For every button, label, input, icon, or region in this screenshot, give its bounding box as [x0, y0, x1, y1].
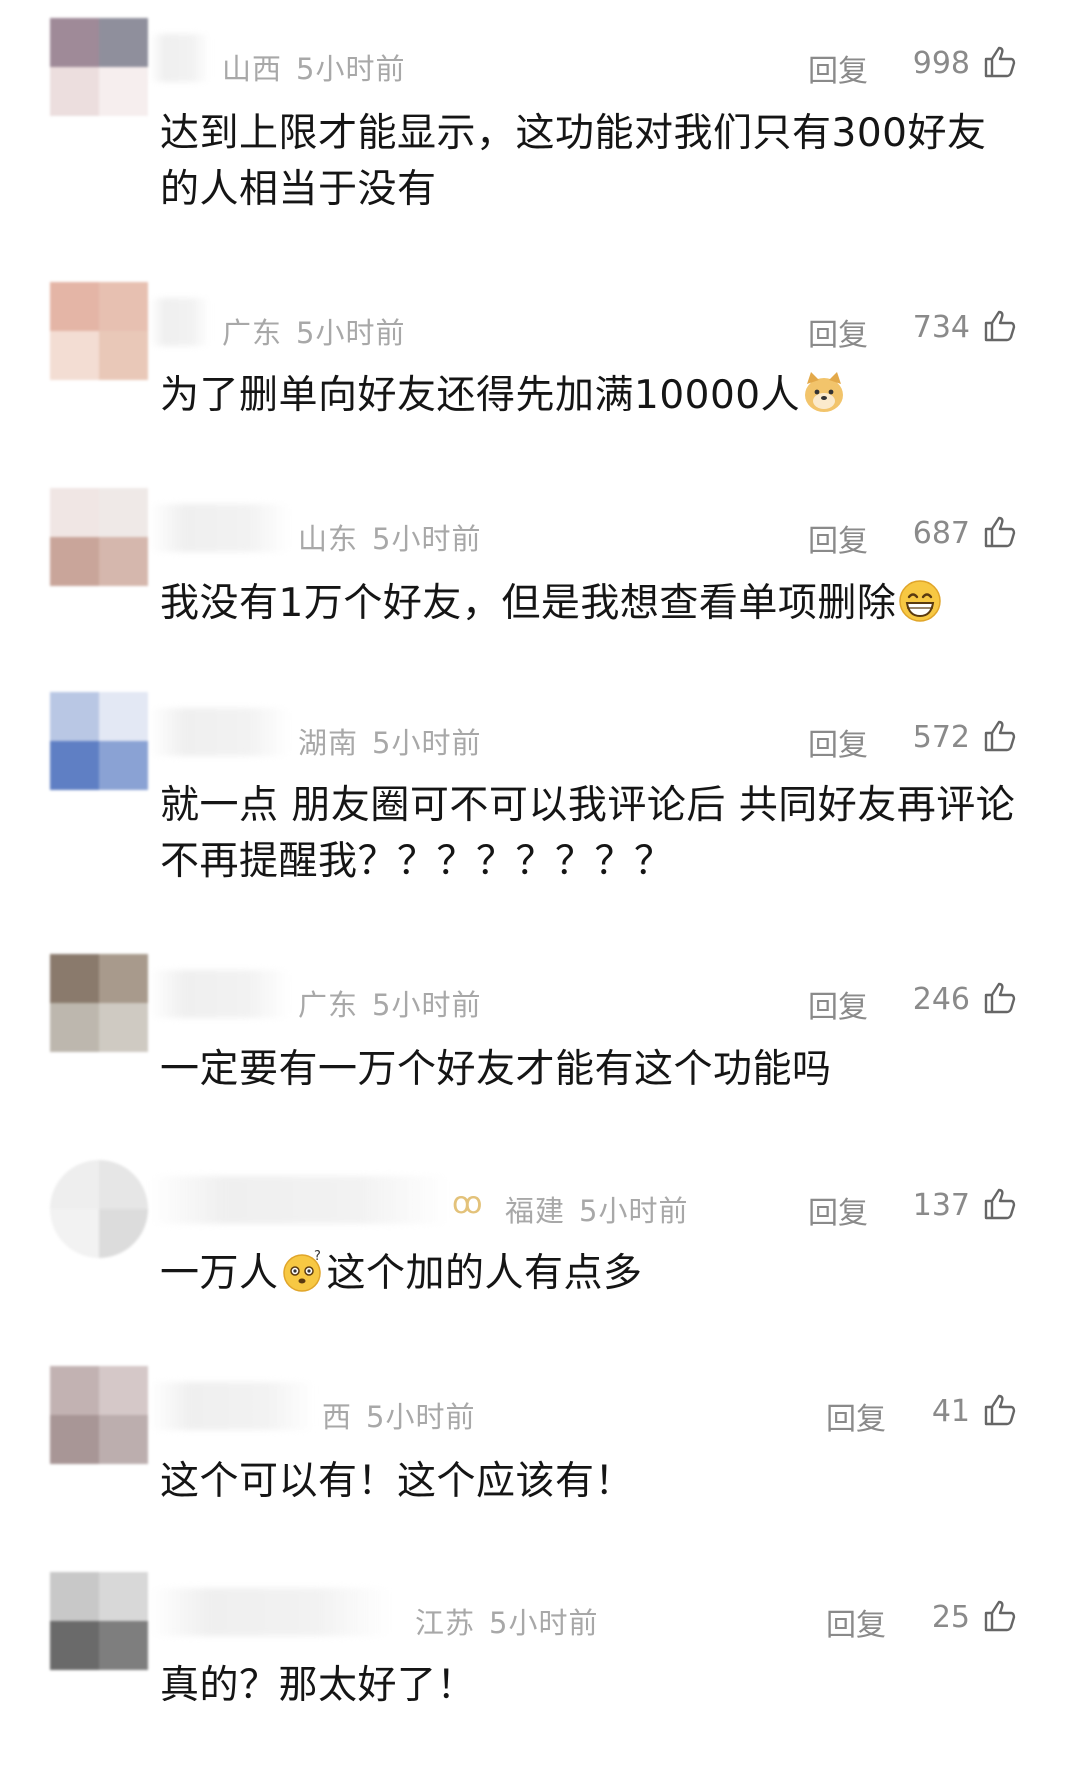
- comment-text-segment: 一万人: [160, 1251, 279, 1296]
- username-blurred[interactable]: [150, 970, 290, 1018]
- like-count: 734: [912, 310, 970, 345]
- reply-button[interactable]: 回复: [808, 720, 868, 764]
- reply-button[interactable]: 回复: [808, 516, 868, 560]
- avatar[interactable]: [50, 488, 148, 586]
- avatar[interactable]: [50, 282, 148, 380]
- comment-meta: 福建 5小时前: [505, 1188, 688, 1230]
- comment-item: ꝏ 福建 5小时前 回复 137 一万人? 这个加的人有点多: [0, 1160, 1080, 1360]
- reply-button[interactable]: 回复: [808, 46, 868, 90]
- thumbs-up-icon[interactable]: [982, 980, 1018, 1016]
- reply-button[interactable]: 回复: [826, 1394, 886, 1438]
- username-blurred[interactable]: [150, 1176, 450, 1224]
- comment-item: 江苏 5小时前 回复 25 真的？那太好了！: [0, 1572, 1080, 1772]
- reply-button[interactable]: 回复: [826, 1600, 886, 1644]
- username-blurred[interactable]: [150, 1382, 315, 1430]
- region-label: 湖南: [298, 726, 359, 760]
- like-count: 998: [912, 46, 970, 81]
- username-blurred[interactable]: [150, 1588, 390, 1636]
- avatar[interactable]: [50, 18, 148, 116]
- timestamp: 5小时前: [579, 1194, 689, 1228]
- comment-meta: 山西 5小时前: [222, 46, 405, 88]
- timestamp: 5小时前: [372, 988, 482, 1022]
- region-label: 山东: [298, 522, 359, 556]
- thumbs-up-icon[interactable]: [982, 44, 1018, 80]
- comment-text: 真的？那太好了！: [160, 1658, 1020, 1714]
- region-label: 山西: [222, 52, 283, 86]
- comment-text-segment: 一定要有一万个好友才能有这个功能吗: [160, 1047, 832, 1092]
- timestamp: 5小时前: [372, 522, 482, 556]
- timestamp: 5小时前: [296, 52, 406, 86]
- region-label: 广东: [222, 316, 283, 350]
- reply-button[interactable]: 回复: [808, 1188, 868, 1232]
- comment-meta: 山东 5小时前: [298, 516, 481, 558]
- comment-item: 广东 5小时前 回复 246 一定要有一万个好友才能有这个功能吗: [0, 954, 1080, 1154]
- like-count: 246: [912, 982, 970, 1017]
- confused-emoji: ?: [282, 1249, 321, 1292]
- thumbs-up-icon[interactable]: [982, 1598, 1018, 1634]
- timestamp: 5小时前: [366, 1400, 476, 1434]
- comment-text-segment: 我没有1万个好友，但是我想查看单项删除: [160, 581, 897, 626]
- comment-item: 湖南 5小时前 回复 572 就一点 朋友圈可不可以我评论后 共同好友再评论不再提…: [0, 692, 1080, 932]
- username-blurred[interactable]: [150, 708, 290, 756]
- svg-text:?: ?: [314, 1249, 321, 1264]
- comment-text: 就一点 朋友圈可不可以我评论后 共同好友再评论不再提醒我？？？？？？？？: [160, 778, 1020, 890]
- comment-text: 这个可以有！这个应该有！: [160, 1454, 1020, 1510]
- avatar[interactable]: [50, 692, 148, 790]
- comment-meta: 广东 5小时前: [222, 310, 405, 352]
- comment-meta: 江苏 5小时前: [415, 1600, 598, 1642]
- comment-text: 一万人? 这个加的人有点多: [160, 1246, 1020, 1302]
- avatar[interactable]: [50, 1160, 148, 1258]
- badge-icon: ꝏ: [452, 1186, 483, 1221]
- comment-text-segment: 为了删单向好友还得先加满10000人: [160, 373, 801, 418]
- region-label: 福建: [505, 1194, 566, 1228]
- timestamp: 5小时前: [489, 1606, 599, 1640]
- username-blurred[interactable]: [150, 504, 290, 552]
- username-blurred[interactable]: [150, 298, 210, 346]
- avatar[interactable]: [50, 1572, 148, 1670]
- thumbs-up-icon[interactable]: [982, 308, 1018, 344]
- thumbs-up-icon[interactable]: [982, 1186, 1018, 1222]
- like-count: 25: [931, 1600, 970, 1635]
- doge-emoji: [805, 372, 844, 412]
- comment-text-segment: 就一点 朋友圈可不可以我评论后 共同好友再评论不再提醒我？？？？？？？？: [160, 783, 1016, 884]
- comment-meta: 广东 5小时前: [298, 982, 481, 1024]
- comment-meta: 湖南 5小时前: [298, 720, 481, 762]
- comment-text-segment: 这个可以有！这个应该有！: [160, 1459, 635, 1504]
- thumbs-up-icon[interactable]: [982, 718, 1018, 754]
- like-count: 687: [912, 516, 970, 551]
- comment-text-segment: 真的？那太好了！: [160, 1663, 477, 1708]
- region-label: 江苏: [415, 1606, 476, 1640]
- comment-text: 一定要有一万个好友才能有这个功能吗: [160, 1042, 1020, 1098]
- avatar[interactable]: [50, 1366, 148, 1464]
- reply-button[interactable]: 回复: [808, 310, 868, 354]
- comment-item: 山西 5小时前 回复 998 达到上限才能显示，这功能对我们只有300好友的人相当…: [0, 18, 1080, 258]
- reply-button[interactable]: 回复: [808, 982, 868, 1026]
- comment-text-segment: 达到上限才能显示，这功能对我们只有300好友的人相当于没有: [160, 111, 987, 212]
- timestamp: 5小时前: [372, 726, 482, 760]
- comment-text: 达到上限才能显示，这功能对我们只有300好友的人相当于没有: [160, 106, 1020, 218]
- timestamp: 5小时前: [296, 316, 406, 350]
- region-label: 广东: [298, 988, 359, 1022]
- like-count: 572: [912, 720, 970, 755]
- comment-item: 西 5小时前 回复 41 这个可以有！这个应该有！: [0, 1366, 1080, 1566]
- like-count: 137: [912, 1188, 970, 1223]
- comment-text: 我没有1万个好友，但是我想查看单项删除: [160, 576, 1020, 632]
- comment-meta: 西 5小时前: [322, 1394, 475, 1436]
- comment-text-segment: 这个加的人有点多: [326, 1251, 643, 1296]
- thumbs-up-icon[interactable]: [982, 1392, 1018, 1428]
- region-label: 西: [322, 1400, 353, 1434]
- comment-text: 为了删单向好友还得先加满10000人: [160, 368, 1020, 424]
- comment-item: 山东 5小时前 回复 687 我没有1万个好友，但是我想查看单项删除: [0, 488, 1080, 688]
- comment-item: 广东 5小时前 回复 734 为了删单向好友还得先加满10000人: [0, 282, 1080, 482]
- grin-emoji: [899, 580, 942, 622]
- username-blurred[interactable]: [150, 34, 210, 82]
- thumbs-up-icon[interactable]: [982, 514, 1018, 550]
- avatar[interactable]: [50, 954, 148, 1052]
- like-count: 41: [931, 1394, 970, 1429]
